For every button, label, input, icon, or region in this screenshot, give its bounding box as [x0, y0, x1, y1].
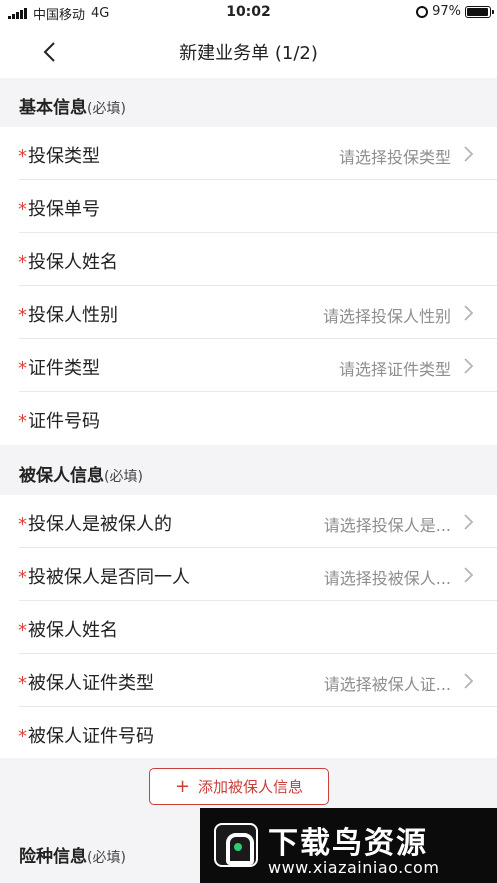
row-policyholder-gender[interactable]: *投保人性别 请选择投保人性别 — [0, 286, 497, 339]
row-value: 请选择投保人性别 — [322, 307, 451, 326]
row-label: *投保人性别 — [18, 301, 118, 327]
row-label-text: 投保人是被保人的 — [28, 514, 172, 535]
row-value: 请选择投保人是... — [323, 516, 451, 535]
required-star: * — [18, 252, 27, 273]
watermark-logo-icon — [214, 823, 258, 867]
row-id-type[interactable]: *证件类型 请选择证件类型 — [0, 339, 497, 392]
row-label-text: 被保人证件类型 — [28, 673, 154, 694]
row-value: 请选择证件类型 — [338, 360, 451, 379]
section-required-note: (必填) — [104, 469, 143, 485]
required-star: * — [18, 673, 27, 694]
row-value: 请选择被保人证... — [323, 675, 451, 694]
section-title: 险种信息 — [19, 847, 87, 867]
row-policy-number[interactable]: *投保单号 — [0, 180, 497, 233]
chevron-right-icon — [464, 146, 474, 162]
row-label: *投保人姓名 — [18, 248, 118, 274]
row-label: *证件类型 — [18, 354, 100, 380]
section-required-note: (必填) — [87, 101, 126, 117]
row-label: *投被保人是否同一人 — [18, 563, 190, 589]
chevron-right-icon — [464, 305, 474, 321]
chevron-right-icon — [464, 514, 474, 530]
required-star: * — [18, 620, 27, 641]
row-label-text: 被保人姓名 — [28, 620, 118, 641]
row-policy-type[interactable]: *投保类型 请选择投保类型 — [0, 127, 497, 180]
navigation-bar: 新建业务单 (1/2) — [0, 26, 497, 78]
row-label-text: 被保人证件号码 — [28, 726, 154, 747]
row-label-text: 证件号码 — [28, 411, 100, 432]
row-label: *投保单号 — [18, 195, 100, 221]
battery-icon — [465, 5, 494, 18]
chevron-left-icon[interactable] — [38, 40, 62, 64]
alarm-icon — [416, 5, 429, 18]
row-label-text: 投保人姓名 — [28, 252, 118, 273]
row-label-text: 证件类型 — [28, 358, 100, 379]
row-label: *被保人姓名 — [18, 616, 118, 642]
required-star: * — [18, 514, 27, 535]
watermark-overlay: 下载鸟资源 www.xiazainiao.com — [200, 808, 497, 883]
row-value: 请选择投被保人... — [323, 569, 451, 588]
row-label: *投保人是被保人的 — [18, 510, 172, 536]
watermark-url: www.xiazainiao.com — [268, 858, 440, 877]
plus-icon: + — [174, 775, 191, 797]
row-label: *被保人证件号码 — [18, 722, 154, 748]
status-right: 97% — [416, 4, 494, 19]
section-header-basic: 基本信息(必填) — [0, 78, 497, 127]
row-label-text: 投保单号 — [28, 199, 100, 220]
row-label-text: 投保人性别 — [28, 305, 118, 326]
row-same-person[interactable]: *投被保人是否同一人 请选择投被保人... — [0, 548, 497, 601]
required-star: * — [18, 726, 27, 747]
row-label-text: 投保类型 — [28, 146, 100, 167]
required-star: * — [18, 411, 27, 432]
row-label: *证件号码 — [18, 407, 100, 433]
row-id-number[interactable]: *证件号码 — [0, 392, 497, 445]
required-star: * — [18, 305, 27, 326]
battery-percent: 97% — [432, 4, 461, 19]
battery-fill — [467, 7, 489, 16]
chevron-right-icon — [464, 673, 474, 689]
page-title: 新建业务单 (1/2) — [179, 43, 318, 64]
add-insured-button[interactable]: + 添加被保人信息 — [149, 768, 329, 805]
chevron-right-icon — [464, 567, 474, 583]
row-label: *投保类型 — [18, 142, 100, 168]
required-star: * — [18, 146, 27, 167]
section-title: 基本信息 — [19, 98, 87, 118]
row-insured-id-type[interactable]: *被保人证件类型 请选择被保人证... — [0, 654, 497, 707]
watermark-text: 下载鸟资源 — [268, 826, 428, 861]
section-header-insured: 被保人信息(必填) — [0, 445, 497, 495]
row-value: 请选择投保类型 — [338, 148, 451, 167]
row-label: *被保人证件类型 — [18, 669, 154, 695]
row-relationship[interactable]: *投保人是被保人的 请选择投保人是... — [0, 495, 497, 548]
row-label-text: 投被保人是否同一人 — [28, 567, 190, 588]
status-bar: 中国移动 4G 10:02 97% — [0, 0, 497, 26]
chevron-right-icon — [464, 358, 474, 374]
section-title: 被保人信息 — [19, 466, 104, 486]
section-required-note: (必填) — [87, 850, 126, 866]
required-star: * — [18, 567, 27, 588]
required-star: * — [18, 358, 27, 379]
add-insured-label: 添加被保人信息 — [198, 778, 304, 796]
row-policyholder-name[interactable]: *投保人姓名 — [0, 233, 497, 286]
row-insured-name[interactable]: *被保人姓名 — [0, 601, 497, 654]
required-star: * — [18, 199, 27, 220]
row-insured-id-number[interactable]: *被保人证件号码 — [0, 707, 497, 760]
